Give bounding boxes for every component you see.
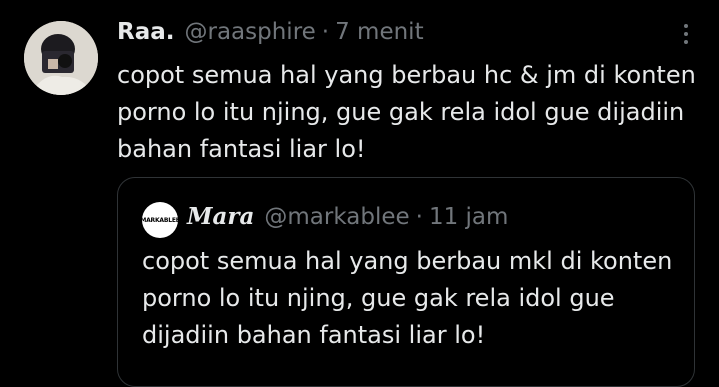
quote-text: copot semua hal yang berbau mkl di konte… (142, 247, 673, 349)
display-name[interactable]: Raa. (117, 19, 175, 45)
quote-avatar[interactable]: MARKABLEE (142, 202, 178, 238)
quote-timestamp[interactable]: 11 jam (429, 204, 508, 230)
tweet-header: Raa. @raasphire · 7 menit (117, 19, 659, 49)
quote-display-name[interactable]: Mara (187, 203, 254, 230)
quote-user-handle[interactable]: @markablee (264, 204, 409, 230)
more-vertical-icon[interactable] (679, 24, 693, 50)
user-handle[interactable]: @raasphire (185, 19, 316, 45)
timestamp[interactable]: 7 menit (335, 19, 424, 45)
tweet-text: copot semua hal yang berbau hc & jm di k… (117, 61, 696, 163)
avatar[interactable] (24, 21, 98, 95)
quote-header: Mara @markablee · 11 jam (187, 203, 508, 230)
separator-dot: · (321, 19, 330, 45)
logo: MARKABLEE (142, 216, 178, 224)
quote-separator-dot: · (415, 204, 423, 230)
quote-tweet[interactable]: MARKABLEE Mara @markablee · 11 jam copot… (117, 177, 695, 387)
